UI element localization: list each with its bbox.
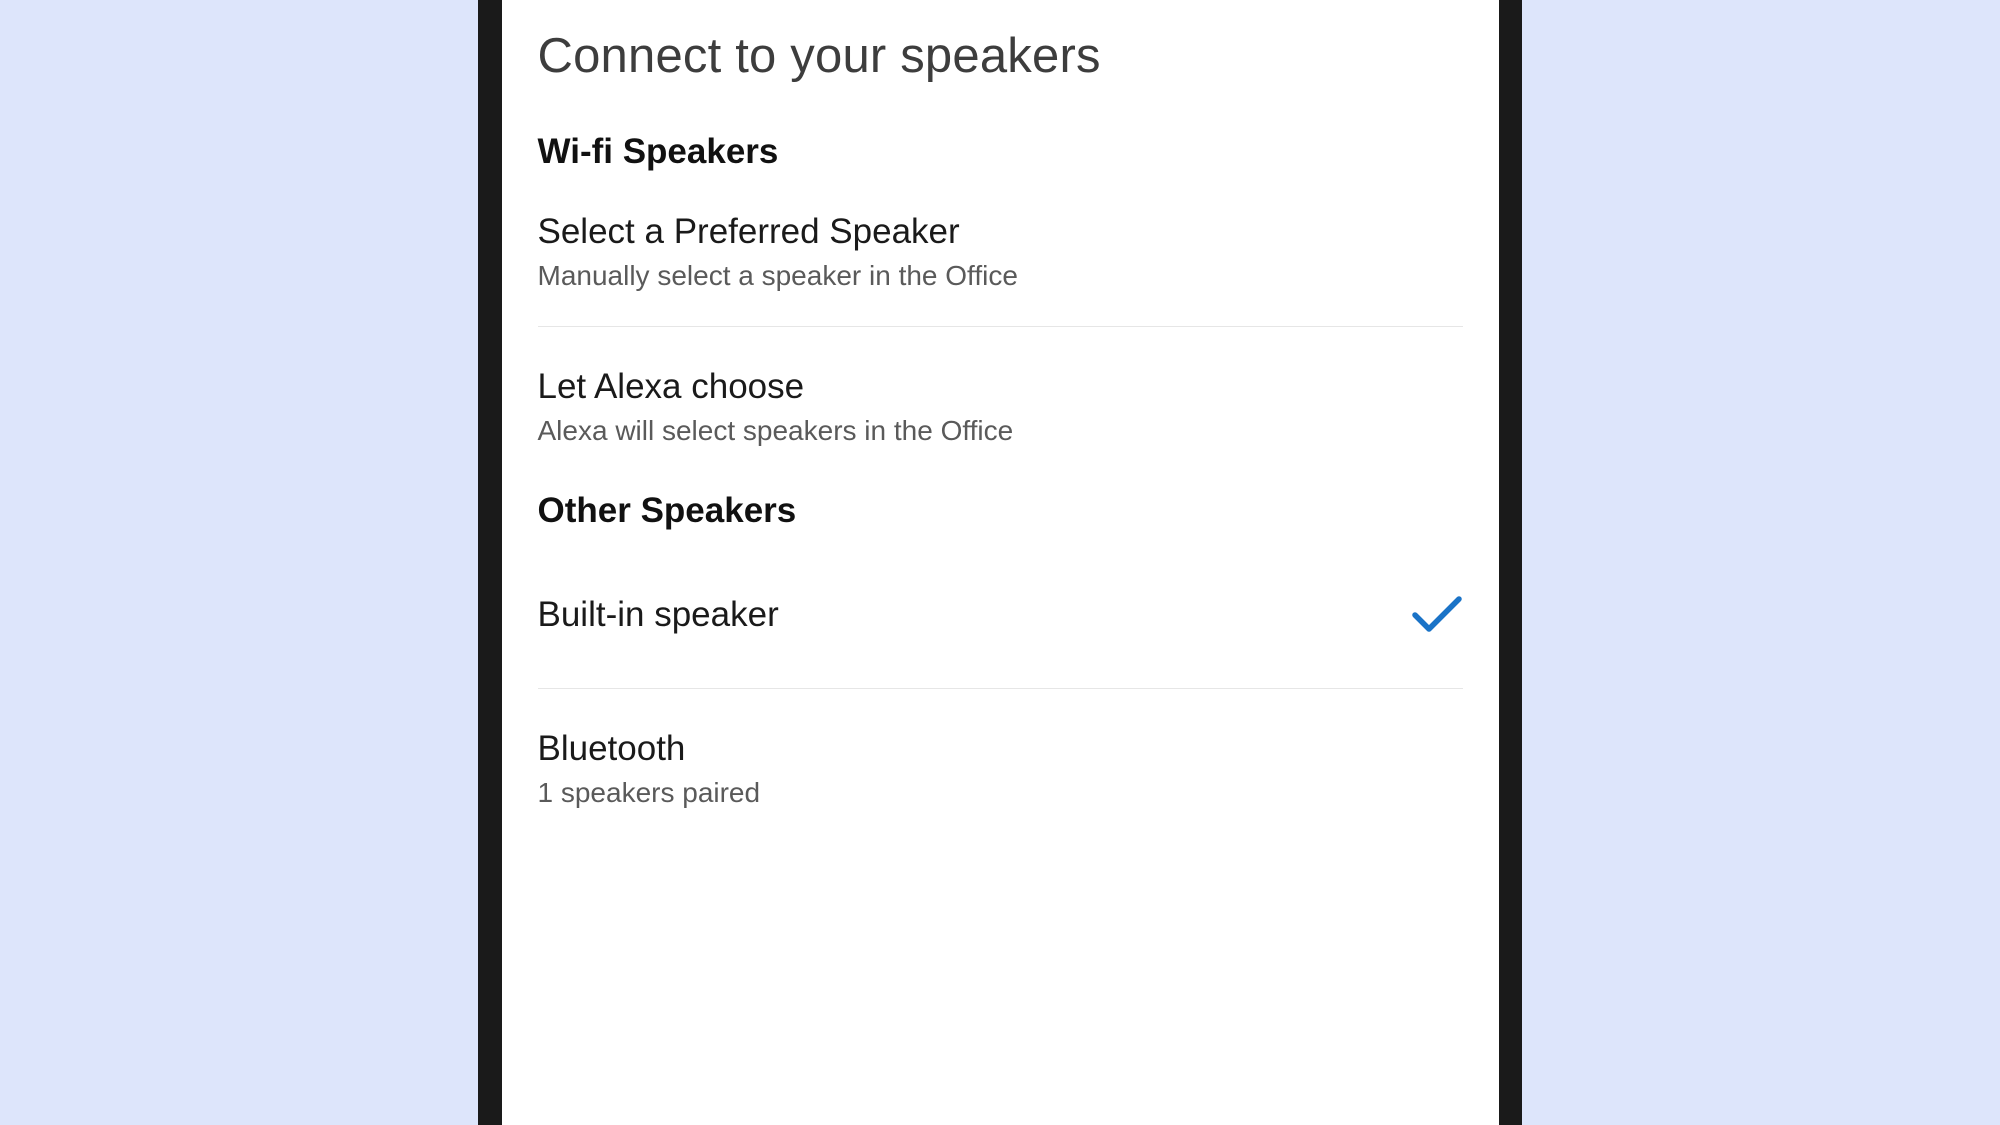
built-in-speaker-item[interactable]: Built-in speaker	[538, 569, 1463, 689]
select-preferred-speaker-title: Select a Preferred Speaker	[538, 210, 1463, 254]
device-frame: Connect to your speakers Wi-fi Speakers …	[478, 0, 1522, 1125]
other-speakers-heading: Other Speakers	[538, 491, 1463, 531]
select-preferred-speaker-item[interactable]: Select a Preferred Speaker Manually sele…	[538, 210, 1463, 326]
let-alexa-choose-subtitle: Alexa will select speakers in the Office	[538, 415, 1463, 447]
checkmark-icon	[1411, 593, 1463, 635]
built-in-speaker-title: Built-in speaker	[538, 593, 1411, 637]
bluetooth-title: Bluetooth	[538, 727, 1463, 771]
bluetooth-subtitle: 1 speakers paired	[538, 777, 1463, 809]
page-title: Connect to your speakers	[538, 28, 1463, 84]
screen: Connect to your speakers Wi-fi Speakers …	[502, 0, 1499, 1125]
select-preferred-speaker-subtitle: Manually select a speaker in the Office	[538, 260, 1463, 292]
divider	[538, 688, 1463, 689]
wifi-speakers-heading: Wi-fi Speakers	[538, 132, 1463, 172]
divider	[538, 326, 1463, 327]
let-alexa-choose-title: Let Alexa choose	[538, 365, 1463, 409]
bluetooth-item[interactable]: Bluetooth 1 speakers paired	[538, 727, 1463, 843]
let-alexa-choose-item[interactable]: Let Alexa choose Alexa will select speak…	[538, 365, 1463, 481]
